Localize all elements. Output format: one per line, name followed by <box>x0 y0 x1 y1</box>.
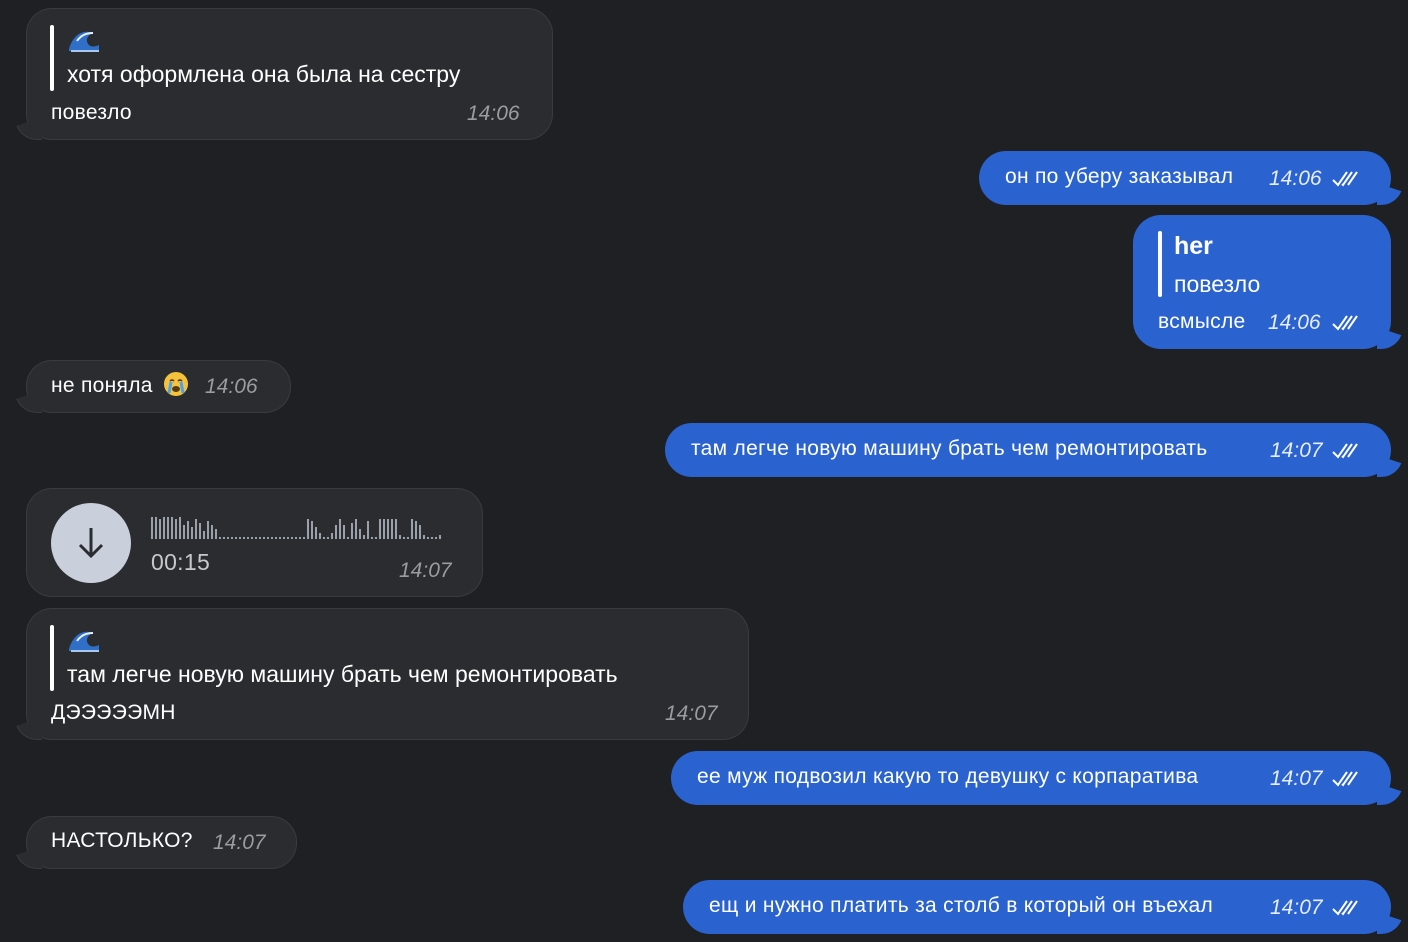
voice-duration: 00:15 <box>151 549 211 575</box>
crying-face-emoji-icon <box>164 372 188 396</box>
message-outgoing[interactable]: ещ и нужно платить за столб в который он… <box>683 880 1391 934</box>
quoted-text: там легче новую машину брать чем ремонти… <box>67 661 618 687</box>
wave-emoji-icon <box>69 31 99 52</box>
read-checks-icon <box>1332 171 1358 187</box>
message-incoming-voice[interactable]: 00:15 14:07 <box>26 488 483 597</box>
quoted-text: повезло <box>1174 271 1261 297</box>
read-checks-icon <box>1332 443 1358 459</box>
message-text: он по уберу заказывал <box>1005 165 1234 188</box>
message-outgoing-reply[interactable]: her повезло всмысле 14:06 <box>1133 215 1391 349</box>
message-outgoing[interactable]: он по уберу заказывал 14:06 <box>979 151 1391 205</box>
message-time: 14:07 <box>1270 896 1323 919</box>
message-text: НАСТОЛЬКО? <box>51 829 193 852</box>
voice-download-button[interactable] <box>51 503 131 583</box>
message-incoming[interactable]: НАСТОЛЬКО? 14:07 <box>26 816 297 869</box>
message-text: ДЭЭЭЭЭМН <box>51 701 176 724</box>
message-text: повезло <box>51 101 132 124</box>
message-time: 14:07 <box>1270 767 1323 790</box>
message-time: 14:07 <box>213 831 266 854</box>
message-incoming-reply[interactable]: хотя оформлена она была на сестру повезл… <box>26 8 553 140</box>
message-text: не поняла <box>51 374 153 397</box>
quote-bar <box>50 25 54 91</box>
message-incoming[interactable]: не поняла 14:06 <box>26 360 291 413</box>
message-text: ее муж подвозил какую то девушку с корпа… <box>697 765 1199 788</box>
read-checks-icon <box>1332 771 1358 787</box>
message-incoming-reply[interactable]: там легче новую машину брать чем ремонти… <box>26 608 749 740</box>
message-outgoing[interactable]: там легче новую машину брать чем ремонти… <box>665 423 1391 477</box>
quote-bar <box>1158 231 1162 297</box>
message-time: 14:06 <box>467 102 520 125</box>
message-time: 14:07 <box>1270 439 1323 462</box>
voice-waveform[interactable] <box>151 515 451 539</box>
message-time: 14:07 <box>399 559 452 582</box>
quote-author: her <box>1174 232 1213 260</box>
message-time: 14:06 <box>205 375 258 398</box>
message-text: там легче новую машину брать чем ремонти… <box>691 437 1208 460</box>
message-time: 14:07 <box>665 702 718 725</box>
message-time: 14:06 <box>1269 167 1322 190</box>
message-text: всмысле <box>1158 310 1246 333</box>
message-time: 14:06 <box>1268 311 1321 334</box>
read-checks-icon <box>1332 315 1358 331</box>
download-arrow-icon <box>78 528 104 559</box>
read-checks-icon <box>1332 900 1358 916</box>
message-text: ещ и нужно платить за столб в который он… <box>709 894 1214 917</box>
wave-emoji-icon <box>69 631 99 652</box>
quote-bar <box>50 625 54 691</box>
quoted-text: хотя оформлена она была на сестру <box>67 61 461 87</box>
message-outgoing[interactable]: ее муж подвозил какую то девушку с корпа… <box>671 751 1391 805</box>
